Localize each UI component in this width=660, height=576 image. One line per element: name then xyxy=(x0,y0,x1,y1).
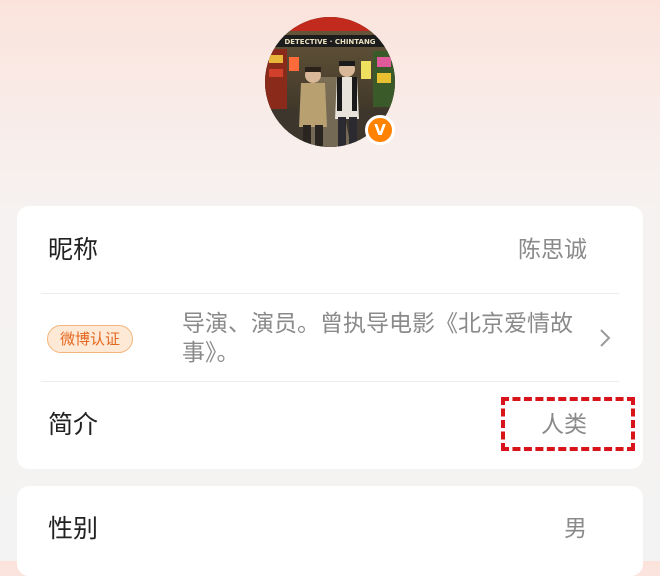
gender-row[interactable]: 性别 男 xyxy=(17,486,643,576)
poster-sign-text: DETECTIVE · CHINTANG xyxy=(284,38,375,46)
nickname-label: 昵称 xyxy=(48,235,99,264)
profile-info-card: 昵称 陈思诚 微博认证 导演、演员。曾执导电影《北京爱情故事》。 简介 人类 xyxy=(17,206,643,469)
verification-text: 导演、演员。曾执导电影《北京爱情故事》。 xyxy=(182,311,573,366)
avatar[interactable]: DETECTIVE · CHINTANG V xyxy=(265,17,395,147)
verification-row[interactable]: 微博认证 导演、演员。曾执导电影《北京爱情故事》。 xyxy=(17,294,643,381)
profile-detail-card: 性别 男 xyxy=(17,486,643,576)
bio-row[interactable]: 简介 人类 xyxy=(17,382,643,469)
bio-label: 简介 xyxy=(48,410,99,439)
weibo-verification-badge: 微博认证 xyxy=(47,325,134,353)
verified-glyph: V xyxy=(374,120,386,139)
gender-value: 男 xyxy=(564,516,587,542)
annotation-highlight-box xyxy=(501,397,635,451)
chevron-right-icon xyxy=(600,329,611,347)
gender-label: 性别 xyxy=(48,514,99,543)
nickname-row[interactable]: 昵称 陈思诚 xyxy=(17,206,643,293)
nickname-value: 陈思诚 xyxy=(518,237,587,263)
verified-v-badge-icon: V xyxy=(365,115,395,145)
